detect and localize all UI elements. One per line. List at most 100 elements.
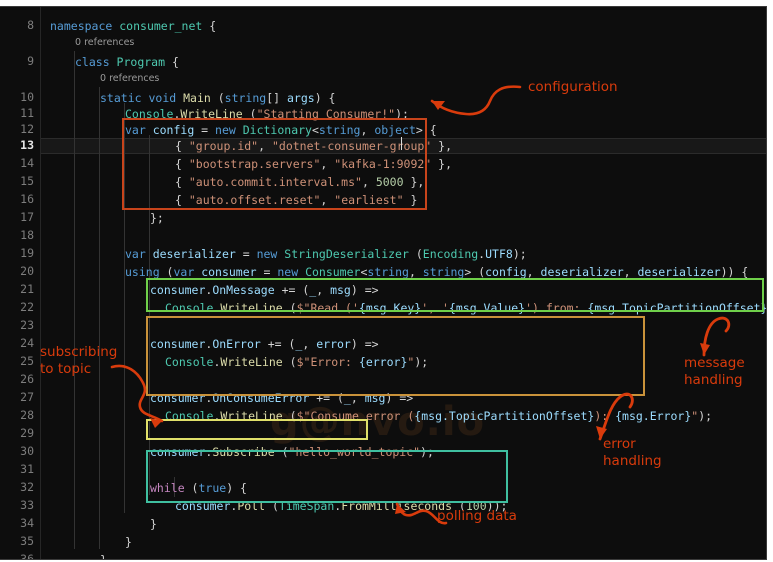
line-number: 33	[20, 498, 34, 512]
indent-guide	[99, 87, 100, 549]
code-token: object	[374, 123, 416, 137]
code-line[interactable]: var config = new Dictionary<string, obje…	[125, 123, 437, 137]
codelens-reference-link[interactable]: 0 references	[100, 73, 159, 85]
code-line[interactable]: { "bootstrap.servers", "kafka-1:9092" },	[175, 157, 452, 171]
code-line[interactable]: }	[150, 517, 157, 531]
line-number: 27	[20, 390, 34, 404]
code-token: ,	[361, 175, 376, 189]
code-token: static	[100, 91, 149, 105]
line-number: 22	[20, 300, 34, 314]
code-editor[interactable]: g@nvo.io 8 9 10 11 12 13 14 15 16 17 18 19 20 21 22 23 2…	[0, 6, 767, 560]
code-token: Program	[116, 55, 172, 69]
code-line[interactable]: class Program {	[75, 55, 179, 69]
code-token: ) =>	[385, 391, 414, 405]
code-token: msg	[330, 283, 351, 297]
line-number: 26	[20, 372, 34, 386]
code-line[interactable]: var deserializer = new StringDeserialize…	[125, 247, 527, 261]
code-line[interactable]: Console.WriteLine ("Starting Consumer!")…	[125, 107, 409, 121]
line-number: 23	[20, 318, 34, 332]
line-number: 30	[20, 444, 34, 458]
code-token: new	[256, 247, 285, 261]
line-number: 36	[20, 552, 34, 560]
code-token: []	[266, 91, 287, 105]
code-line[interactable]: }	[100, 553, 107, 559]
line-number: 32	[20, 480, 34, 494]
code-line[interactable]: consumer.OnMessage += (_, msg) =>	[150, 283, 379, 297]
code-token: namespace	[50, 19, 120, 33]
line-number: 16	[20, 192, 34, 206]
codelens-reference-link[interactable]: 0 references	[75, 37, 134, 49]
code-line[interactable]: static void Main (string[] args) {	[100, 91, 335, 105]
code-token: string	[367, 265, 409, 279]
code-token: ,	[623, 265, 638, 279]
code-token: _	[343, 391, 351, 405]
indent-guide	[124, 103, 125, 513]
code-token: );	[414, 355, 429, 369]
code-token: }	[403, 193, 418, 207]
code-token: > (	[464, 265, 486, 279]
note-subscribing-to-topic: subscribing to topic	[40, 344, 118, 377]
code-line[interactable]: Console.WriteLine ($"Error: {error}");	[165, 355, 428, 369]
code-token: (	[217, 91, 225, 105]
code-token: += (	[267, 337, 296, 351]
code-token: while	[150, 481, 192, 495]
line-number: 28	[20, 408, 34, 422]
line-number: 13	[20, 138, 34, 152]
code-token: var	[125, 123, 153, 137]
code-line[interactable]: consumer.OnConsumeError += (_, msg) =>	[150, 391, 413, 405]
code-token: $"Read ('	[296, 301, 359, 315]
code-line[interactable]: { "group.id", "dotnet-consumer-group" },	[175, 139, 452, 153]
code-token: <	[311, 123, 319, 137]
code-token: Console	[165, 301, 214, 315]
code-token: (	[249, 107, 257, 121]
code-line[interactable]: }	[125, 535, 132, 549]
code-token: Consumer	[305, 265, 361, 279]
code-line[interactable]: { "auto.commit.interval.ms", 5000 },	[175, 175, 424, 189]
line-number: 19	[20, 246, 34, 260]
code-line[interactable]: Console.WriteLine ($"Read ('{msg.Key}', …	[165, 301, 766, 315]
code-token: {msg.Key}	[358, 301, 422, 315]
line-number: 24	[20, 336, 34, 350]
code-token: {msg.Error}	[615, 409, 692, 423]
code-token: string	[318, 123, 361, 137]
code-token: ) =>	[350, 283, 379, 297]
code-token: {	[209, 19, 217, 33]
code-token: ', '	[421, 301, 449, 315]
code-token: consumer	[150, 391, 206, 405]
code-line[interactable]: consumer.Subscribe ("hello_world_topic")…	[150, 445, 434, 459]
code-token: Main	[183, 91, 218, 105]
code-line[interactable]: { "auto.offset.reset", "earliest" }	[175, 193, 417, 207]
message-handling-arrow	[700, 316, 731, 357]
code-token: config	[485, 265, 527, 279]
code-token: OnMessage	[212, 283, 282, 297]
code-line[interactable]: using (var consumer = new Consumer<strin…	[125, 265, 748, 279]
line-number: 20	[20, 264, 34, 278]
code-line[interactable]: consumer.OnError += (_, error) =>	[150, 337, 379, 351]
code-token: using	[125, 265, 167, 279]
code-line[interactable]: };	[150, 211, 164, 225]
code-token: "hello_world_topic"	[288, 445, 421, 459]
code-token: StringDeserializer	[284, 247, 416, 261]
code-token: ) {	[226, 481, 247, 495]
code-token: WriteLine	[220, 409, 290, 423]
code-line[interactable]: Console.WriteLine ($"Consume error ({msg…	[165, 409, 712, 423]
code-token: Console	[125, 107, 174, 121]
code-token: {msg.TopicPartitionOffset}	[414, 409, 595, 423]
code-token: consumer_net	[119, 19, 210, 33]
code-line[interactable]: namespace consumer_net {	[50, 19, 216, 33]
code-token: {	[175, 193, 189, 207]
code-token: true	[198, 481, 227, 495]
code-token: WriteLine	[220, 301, 290, 315]
code-token: {	[175, 157, 189, 171]
line-number: 21	[20, 282, 34, 296]
code-token: (	[415, 247, 423, 261]
line-number: 12	[20, 122, 34, 136]
code-token: > {	[415, 123, 437, 137]
code-token: "kafka-1:9092"	[334, 157, 432, 171]
code-token: args	[286, 91, 315, 105]
code-token: {	[175, 175, 189, 189]
code-token: ,	[316, 283, 331, 297]
code-token: var	[173, 265, 202, 279]
line-number: 8	[27, 18, 34, 32]
code-line[interactable]: while (true) {	[150, 481, 247, 495]
